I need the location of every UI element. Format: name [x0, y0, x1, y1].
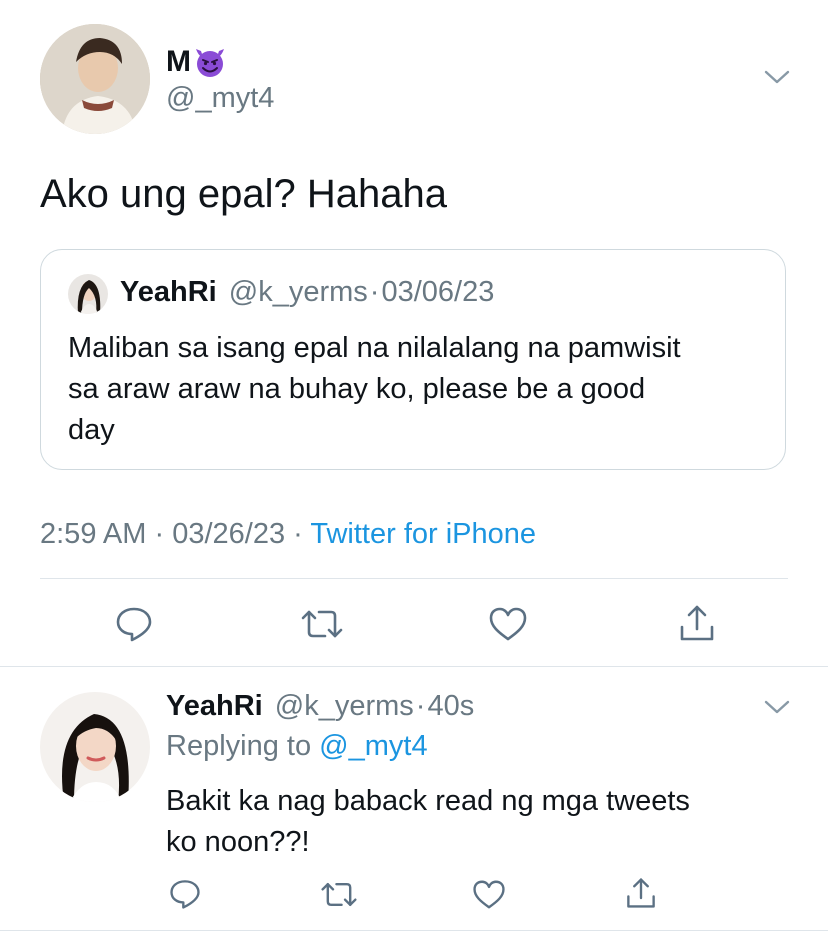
quoted-author-row: YeahRi @k_yerms·03/06/23: [120, 276, 494, 309]
reply-tweet-text: Bakit ka nag baback read ng mga tweets k…: [166, 781, 690, 863]
reply-age: 40s: [427, 690, 475, 722]
reply-author-handle: @k_yerms: [274, 690, 414, 722]
smiling-devil-emoji-icon: [193, 45, 227, 79]
main-author-display-name: M: [166, 45, 191, 78]
replying-to-row: Replying to @_myt4: [166, 730, 428, 763]
divider: [0, 930, 828, 931]
quoted-text-line: sa araw araw na buhay ko, please be a go…: [68, 373, 646, 405]
share-icon[interactable]: [622, 874, 660, 912]
divider: [40, 578, 788, 579]
divider: [0, 666, 828, 667]
main-author-avatar[interactable]: [40, 24, 150, 134]
quoted-tweet-date: 03/06/23: [381, 276, 495, 308]
source-separator: ·: [293, 518, 303, 550]
quoted-author-handle: @k_yerms: [228, 276, 368, 308]
replying-to-label: Replying to: [166, 730, 312, 762]
timestamp-separator: ·: [154, 518, 165, 550]
reply-text-line: ko noon??!: [166, 826, 310, 858]
tweet-time[interactable]: 2:59 AM: [40, 518, 146, 550]
quoted-text-line: Maliban sa isang epal na nilalalang na p…: [68, 332, 681, 364]
replying-to-handle-link[interactable]: @_myt4: [319, 730, 427, 762]
quoted-author-display-name: YeahRi: [120, 276, 217, 308]
tweet-date[interactable]: 03/26/23: [172, 518, 285, 550]
tweet-timestamp-row: 2:59 AM · 03/26/23 · Twitter for iPhone: [40, 518, 536, 551]
reply-icon[interactable]: [112, 604, 156, 644]
quoted-text-line: day: [68, 414, 115, 446]
like-icon[interactable]: [486, 604, 530, 644]
reply-author-avatar[interactable]: [40, 692, 150, 802]
main-tweet-text: Ako ung epal? Hahaha: [40, 172, 447, 216]
tweet-source-link[interactable]: Twitter for iPhone: [310, 518, 536, 550]
share-icon[interactable]: [676, 602, 718, 644]
retweet-icon[interactable]: [298, 604, 346, 644]
main-author-name-row[interactable]: M: [166, 44, 227, 80]
reply-text-line: Bakit ka nag baback read ng mga tweets: [166, 785, 690, 817]
reply-icon[interactable]: [166, 876, 204, 912]
quoted-dot-separator: ·: [369, 276, 380, 308]
quoted-tweet-text: Maliban sa isang epal na nilalalang na p…: [68, 328, 681, 451]
reply-dot-separator: ·: [415, 690, 426, 722]
like-icon[interactable]: [470, 876, 508, 912]
reply-more-chevron-down-icon[interactable]: [764, 698, 790, 721]
main-author-handle[interactable]: @_myt4: [166, 82, 274, 115]
reply-author-display-name: YeahRi: [166, 690, 263, 722]
reply-author-row[interactable]: YeahRi @k_yerms·40s: [166, 690, 474, 723]
retweet-icon[interactable]: [318, 876, 360, 912]
quoted-author-avatar: [68, 274, 108, 314]
main-more-chevron-down-icon[interactable]: [764, 68, 790, 91]
